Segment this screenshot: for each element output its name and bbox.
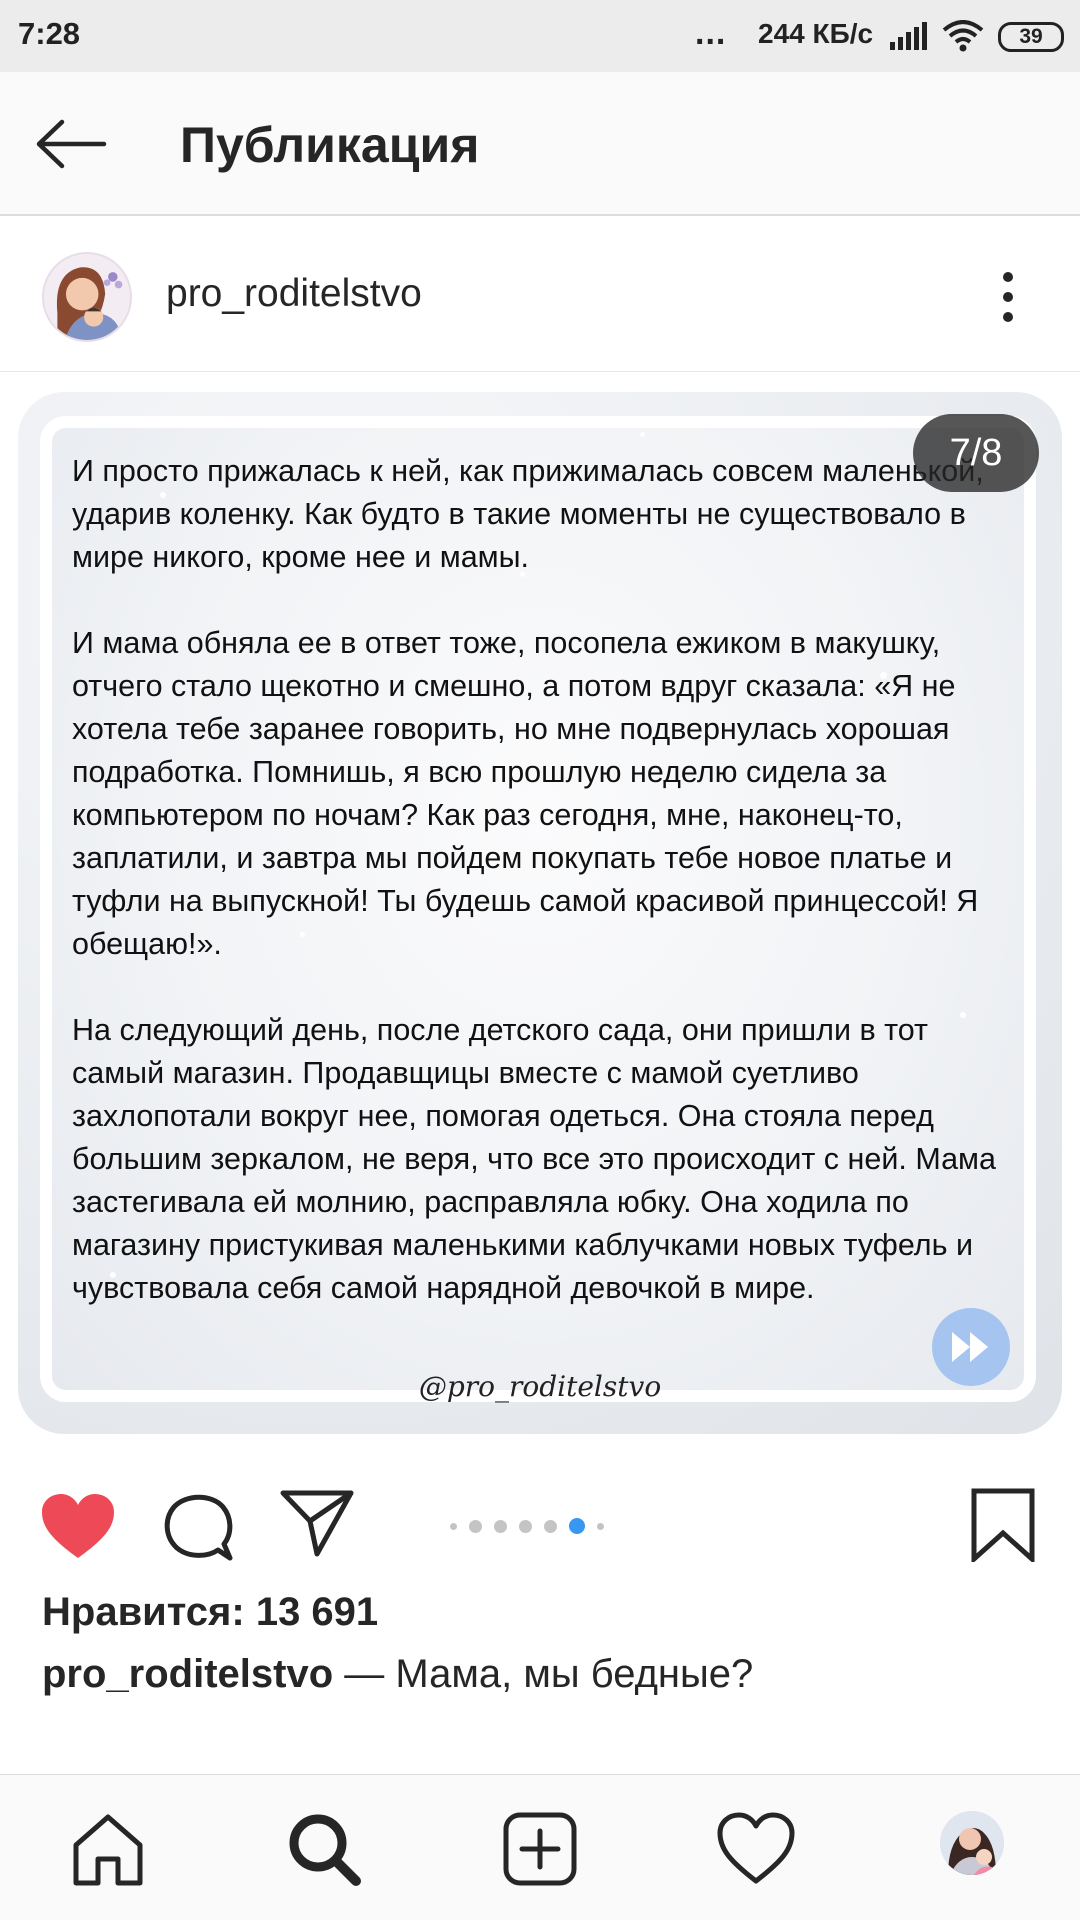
status-dots: ...	[695, 14, 727, 52]
status-time: 7:28	[18, 16, 81, 51]
carousel-dot	[597, 1522, 604, 1530]
fast-forward-icon	[952, 1332, 988, 1362]
snowflake	[640, 432, 645, 437]
nav-home[interactable]	[0, 1775, 216, 1920]
app-bar: Публикация	[0, 72, 1080, 216]
avatar[interactable]	[42, 252, 132, 342]
story-paragraph: И мама обняла ее в ответ тоже, посопела …	[72, 626, 979, 961]
carousel-dots	[450, 1516, 604, 1536]
story-paragraph: И просто прижалась к ней, как прижималас…	[72, 454, 984, 574]
home-icon	[73, 1814, 143, 1886]
nav-search[interactable]	[216, 1775, 432, 1920]
more-vertical-icon[interactable]	[996, 270, 1020, 324]
carousel-dot-active	[569, 1518, 585, 1534]
post-caption: pro_roditelstvo — Мама, мы бедные?	[42, 1652, 753, 1697]
slide-watermark: @pro_roditelstvo	[418, 1370, 662, 1403]
nav-activity[interactable]	[648, 1775, 864, 1920]
status-bar: 7:28 ... 244 КБ/с 39	[0, 0, 1080, 72]
arrow-left-icon[interactable]	[34, 116, 108, 172]
carousel-dot	[544, 1519, 557, 1533]
bookmark-icon[interactable]	[970, 1488, 1036, 1562]
carousel-page-counter: 7/8	[913, 414, 1039, 492]
network-speed: 244 КБ/с	[758, 18, 874, 49]
next-slide-button[interactable]	[932, 1308, 1010, 1386]
carousel-dot	[450, 1522, 457, 1530]
likes-count[interactable]: Нравится: 13 691	[42, 1590, 378, 1635]
story-paragraph: На следующий день, после детского сада, …	[72, 1013, 996, 1305]
post-carousel-slide[interactable]: И просто прижалась к ней, как прижималас…	[0, 372, 1080, 1462]
activity-heart-icon	[717, 1812, 795, 1884]
bottom-navigation	[0, 1774, 1080, 1920]
signal-icon	[890, 22, 927, 50]
heart-filled-icon[interactable]	[40, 1492, 116, 1562]
post-action-bar	[0, 1462, 1080, 1592]
carousel-dot	[469, 1519, 482, 1533]
slide-story-text: И просто прижалась к ней, как прижималас…	[72, 450, 1012, 1310]
nav-profile-avatar[interactable]	[940, 1811, 1004, 1875]
comment-icon[interactable]	[162, 1490, 234, 1562]
search-icon	[289, 1814, 361, 1886]
carousel-dot	[494, 1519, 507, 1533]
battery-indicator: 39	[998, 22, 1064, 52]
wifi-icon	[942, 20, 984, 52]
send-icon[interactable]	[280, 1488, 354, 1558]
caption-username[interactable]: pro_roditelstvo	[42, 1652, 333, 1696]
avatar-illustration	[44, 254, 130, 340]
carousel-dot	[519, 1519, 532, 1533]
page-title: Публикация	[180, 117, 480, 173]
caption-text: — Мама, мы бедные?	[333, 1652, 754, 1696]
add-post-icon	[503, 1812, 577, 1886]
nav-new-post[interactable]	[432, 1775, 648, 1920]
post-username[interactable]: pro_roditelstvo	[166, 272, 422, 316]
post-header: pro_roditelstvo	[0, 216, 1080, 372]
profile-avatar	[940, 1811, 1004, 1875]
